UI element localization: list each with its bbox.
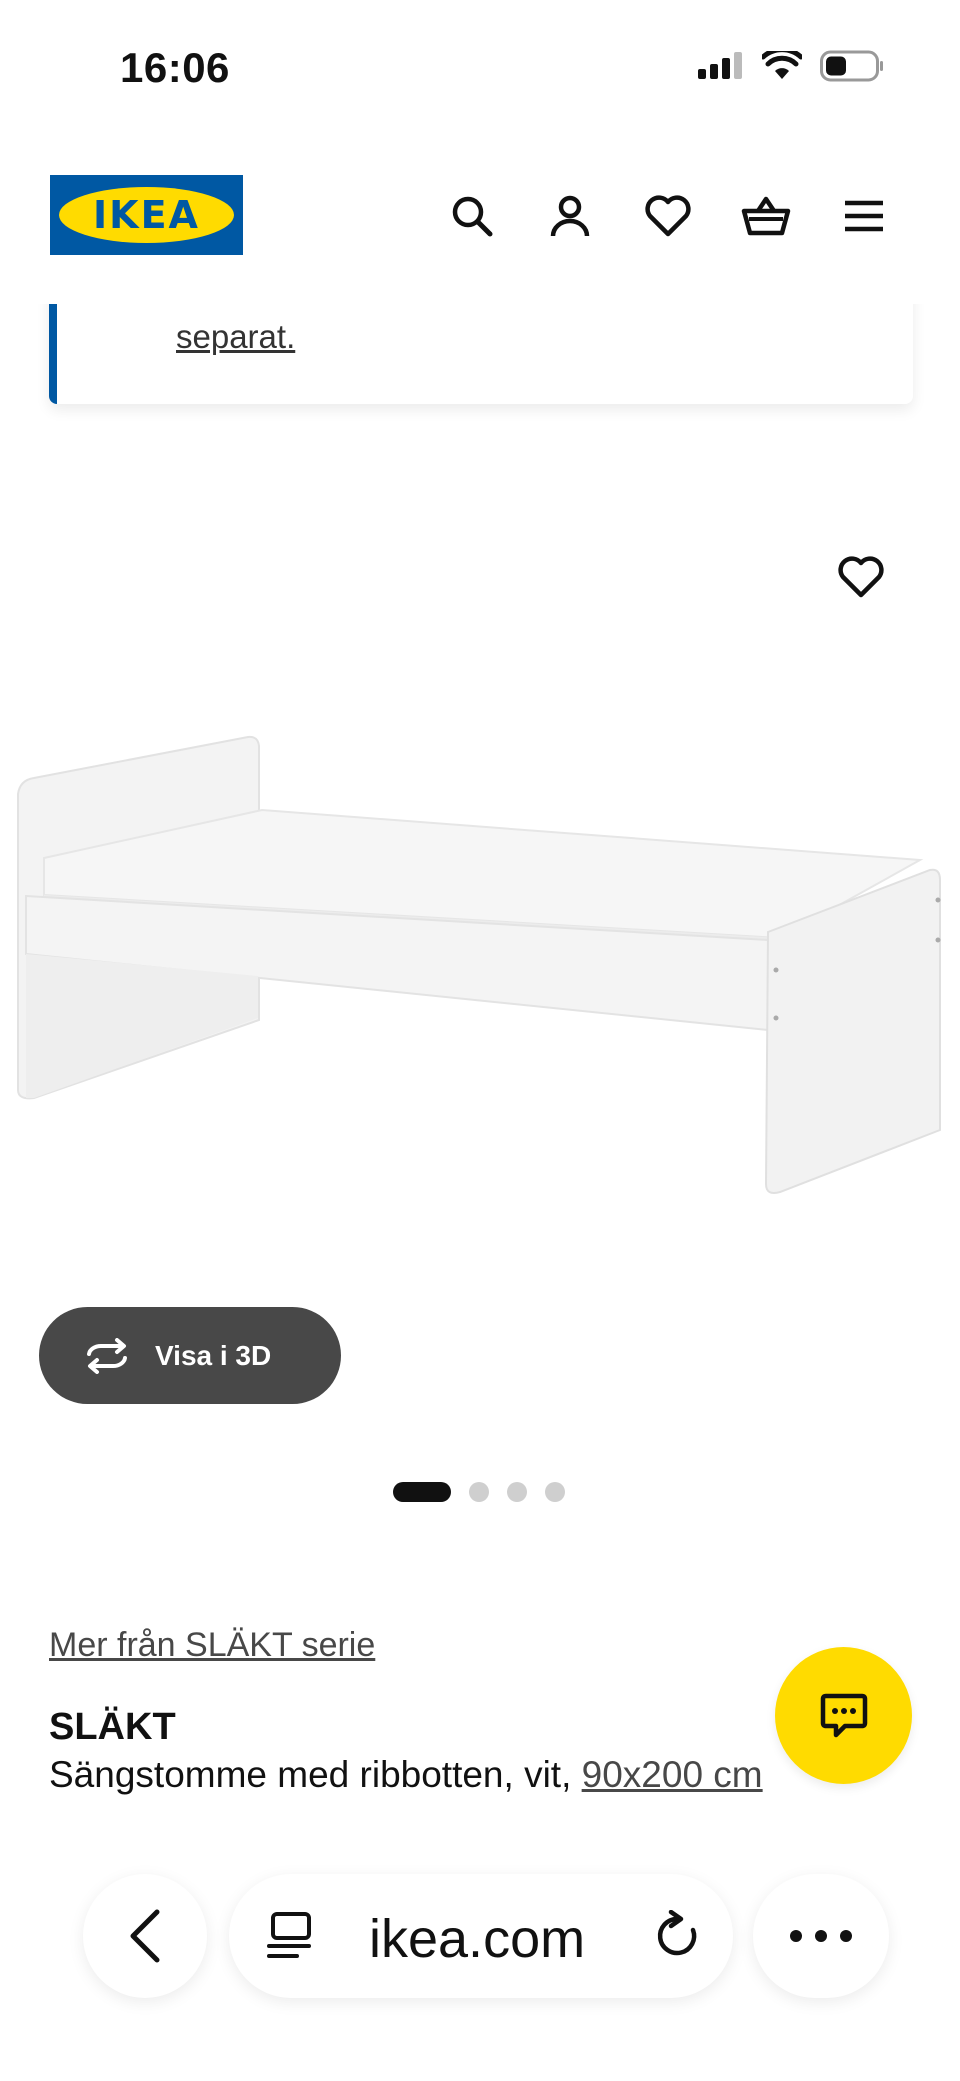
status-bar: 16:06 — [0, 0, 960, 140]
browser-back-button[interactable] — [83, 1874, 207, 1998]
product-description: Sängstomme med ribbotten, vit, 90x200 cm — [49, 1754, 763, 1796]
series-link[interactable]: Mer från SLÄKT serie — [49, 1626, 375, 1665]
wifi-icon — [762, 51, 802, 79]
status-icons — [698, 50, 884, 82]
carousel-dot-4[interactable] — [545, 1482, 565, 1502]
browser-toolbar: ikea.com — [0, 1860, 960, 2081]
view-in-3d-label: Visa i 3D — [155, 1339, 272, 1371]
banner-link[interactable]: separat. — [176, 318, 295, 356]
add-to-favourites-button[interactable] — [838, 556, 888, 606]
reader-tabs-icon — [267, 1912, 311, 1958]
logo-text: IKEA — [93, 193, 200, 237]
product-description-text: Sängstomme med ribbotten, vit, — [49, 1754, 582, 1795]
favourites-heart-icon[interactable] — [640, 188, 696, 244]
view-in-3d-button[interactable]: Visa i 3D — [39, 1307, 341, 1404]
chevron-left-icon — [130, 1909, 160, 1963]
cellular-signal-icon — [698, 52, 742, 79]
product-image — [17, 735, 941, 1194]
site-header: IKEA — [0, 140, 960, 304]
account-icon[interactable] — [542, 188, 598, 244]
rotate-3d-icon — [87, 1337, 127, 1374]
menu-icon[interactable] — [836, 188, 892, 244]
ikea-logo[interactable]: IKEA — [50, 175, 243, 255]
chat-icon — [820, 1693, 867, 1737]
product-size-link[interactable]: 90x200 cm — [582, 1754, 763, 1795]
carousel-dot-1[interactable] — [393, 1482, 451, 1502]
url-text: ikea.com — [369, 1909, 586, 1969]
battery-icon — [820, 50, 883, 82]
carousel-dot-2[interactable] — [469, 1482, 489, 1502]
ellipsis-icon — [790, 1930, 852, 1942]
carousel-indicator — [393, 1482, 565, 1502]
search-icon[interactable] — [444, 188, 500, 244]
address-bar[interactable]: ikea.com — [229, 1874, 733, 1998]
basket-icon[interactable] — [738, 188, 794, 244]
more-options-button[interactable] — [753, 1874, 889, 1998]
product-name: SLÄKT — [49, 1706, 176, 1748]
status-time: 16:06 — [120, 44, 230, 91]
carousel-dot-3[interactable] — [507, 1482, 527, 1502]
chat-button[interactable] — [775, 1647, 912, 1784]
reload-icon[interactable] — [653, 1910, 703, 1964]
logo-oval: IKEA — [59, 187, 234, 243]
